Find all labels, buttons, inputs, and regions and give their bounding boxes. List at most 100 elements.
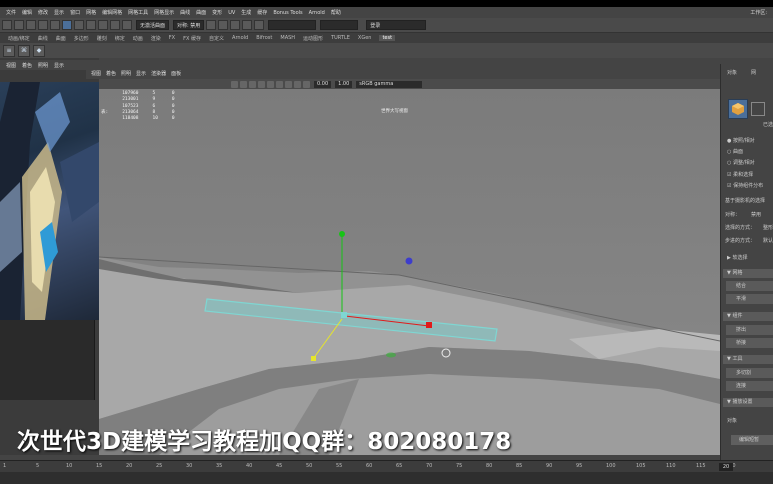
smooth-button[interactable]: 平滑 <box>726 294 773 304</box>
shelf-tab[interactable]: 曲线 <box>38 35 48 42</box>
ipr-icon[interactable] <box>218 20 229 30</box>
radio-option[interactable]: ● 按照/相对 <box>727 137 755 144</box>
menu-item[interactable]: Arnold <box>309 10 325 16</box>
bridge-button[interactable]: 桥接 <box>726 338 773 348</box>
bottom-action-button[interactable]: 编辑短暂 <box>731 435 773 445</box>
shelf-tab[interactable]: Bifrost <box>256 35 272 41</box>
radio-option[interactable]: ○ 曲面 <box>727 148 743 155</box>
viewport-menu-item[interactable]: 视图 <box>91 70 101 77</box>
menu-item[interactable]: 修改 <box>38 9 48 16</box>
panel-tab[interactable]: 网 <box>751 69 756 76</box>
panel-tab[interactable]: 对象 <box>727 69 737 76</box>
connect-button[interactable]: 连接 <box>726 381 773 391</box>
panel-menu-item[interactable]: 显示 <box>54 62 64 69</box>
camera-select-icon[interactable] <box>231 80 238 88</box>
soft-select-toggle[interactable]: ▶ 软选择 <box>727 254 747 261</box>
combine-button[interactable]: 结合 <box>726 281 773 291</box>
range-slider[interactable] <box>0 472 773 484</box>
shelf-tab[interactable]: Arnold <box>232 35 248 41</box>
viewport-menu-item[interactable]: 照明 <box>121 70 131 77</box>
symmetry-value[interactable]: 禁用 <box>751 211 761 218</box>
isolate-icon[interactable] <box>303 80 310 88</box>
menu-item[interactable]: UV <box>228 10 235 16</box>
step-mode-value[interactable]: 默认 <box>763 237 773 244</box>
snap-point-icon[interactable] <box>122 20 132 30</box>
shelf-tool-icon[interactable]: ≡ <box>3 44 15 57</box>
viewport-menu-item[interactable]: 渲染器 <box>151 70 166 77</box>
shelf-tab-active[interactable]: test <box>379 35 396 41</box>
multi-cut-button[interactable]: 多切割 <box>726 368 773 378</box>
shelf-tab[interactable]: 动画 <box>133 35 143 42</box>
input-field[interactable] <box>320 20 359 30</box>
panel-menu-item[interactable]: 视图 <box>6 62 16 69</box>
shelf-tab[interactable]: MASH <box>280 35 295 41</box>
shelf-tab[interactable]: 绑定 <box>115 35 125 42</box>
menu-item[interactable]: 曲面 <box>196 9 206 16</box>
menu-item[interactable]: 编辑 <box>22 9 32 16</box>
panel-menu-item[interactable]: 照明 <box>38 62 48 69</box>
paint-select-icon[interactable] <box>86 20 96 30</box>
snap-curve-icon[interactable] <box>110 20 120 30</box>
menu-item[interactable]: 文件 <box>6 9 16 16</box>
save-scene-icon[interactable] <box>26 20 36 30</box>
current-frame-field[interactable]: 20 <box>719 463 733 471</box>
extrude-button[interactable]: 挤出 <box>726 325 773 335</box>
panel-menu-item[interactable]: 着色 <box>22 62 32 69</box>
command-input[interactable] <box>268 20 317 30</box>
checkbox-option[interactable]: ☑ 柔和选择 <box>727 171 753 178</box>
select-mode-icon[interactable] <box>62 20 72 30</box>
section-header-mesh[interactable]: ▼ 网格 <box>723 269 773 278</box>
shelf-tab[interactable]: 自定义 <box>209 35 224 42</box>
select-mode-value[interactable]: 整形 <box>763 224 773 231</box>
shelf-tool-icon[interactable]: ◆ <box>33 44 45 57</box>
wireframe-icon[interactable] <box>249 80 256 88</box>
menu-item[interactable]: 显示 <box>54 9 64 16</box>
menu-item[interactable]: 曲线 <box>180 9 190 16</box>
camera-icon[interactable] <box>254 20 265 30</box>
textured-icon[interactable] <box>267 80 274 88</box>
shelf-tab[interactable]: 曲面 <box>56 35 66 42</box>
shelf-tab[interactable]: TURTLE <box>331 35 350 41</box>
render-settings-icon[interactable] <box>230 20 241 30</box>
live-surface-field[interactable]: 无激活曲面 <box>136 20 170 30</box>
menu-item[interactable]: 网格 <box>86 9 96 16</box>
shelf-tab[interactable]: 雕刻 <box>97 35 107 42</box>
menu-item[interactable]: 生成 <box>241 9 251 16</box>
lasso-icon[interactable] <box>74 20 84 30</box>
symmetry-dropdown[interactable]: 对称: 禁用 <box>173 20 205 30</box>
menu-item[interactable]: 变形 <box>212 9 222 16</box>
object-mode-icon[interactable] <box>728 99 748 119</box>
hypershade-icon[interactable] <box>242 20 253 30</box>
shelf-tab[interactable]: 运动图形 <box>303 35 323 42</box>
shadows-icon[interactable] <box>285 80 292 88</box>
shelf-tab[interactable]: FX <box>169 35 175 41</box>
radio-option[interactable]: ○ 调整/相对 <box>727 159 755 166</box>
checkbox-option[interactable]: ☑ 保持组件分布 <box>727 182 763 189</box>
vertex-mode-icon[interactable] <box>751 102 765 116</box>
shelf-tab[interactable]: 动画/绑定 <box>8 35 30 42</box>
menu-item[interactable]: 帮助 <box>331 9 341 16</box>
menu-item[interactable]: 窗口 <box>70 9 80 16</box>
section-header-tools[interactable]: ▼ 工具 <box>723 355 773 364</box>
section-header-component[interactable]: ▼ 组件 <box>723 312 773 321</box>
smooth-shade-icon[interactable] <box>258 80 265 88</box>
render-icon[interactable] <box>206 20 217 30</box>
exposure-field[interactable]: 0.00 <box>314 80 332 88</box>
shelf-tab[interactable]: 多边形 <box>74 35 89 42</box>
xray-icon[interactable] <box>294 80 301 88</box>
menu-item[interactable]: Bonus Tools <box>273 10 302 16</box>
undo-icon[interactable] <box>38 20 48 30</box>
menu-item[interactable]: 缓存 <box>257 9 267 16</box>
shelf-tab[interactable]: 渲染 <box>151 35 161 42</box>
shelf-tab[interactable]: XGen <box>358 35 372 41</box>
menu-item[interactable]: 网格显示 <box>154 9 174 16</box>
shelf-tab[interactable]: FX 缓存 <box>183 35 201 42</box>
shelf-tool-icon[interactable]: ⌘ <box>18 44 30 57</box>
menu-item[interactable]: 网格工具 <box>128 9 148 16</box>
login-button[interactable]: 登录 <box>366 20 427 30</box>
colorspace-dropdown[interactable]: sRGB gamma <box>356 80 423 88</box>
viewport-menu-item[interactable]: 着色 <box>106 70 116 77</box>
gamma-field[interactable]: 1.00 <box>335 80 353 88</box>
viewport-menu-item[interactable]: 面板 <box>171 70 181 77</box>
grid-icon[interactable] <box>240 80 247 88</box>
